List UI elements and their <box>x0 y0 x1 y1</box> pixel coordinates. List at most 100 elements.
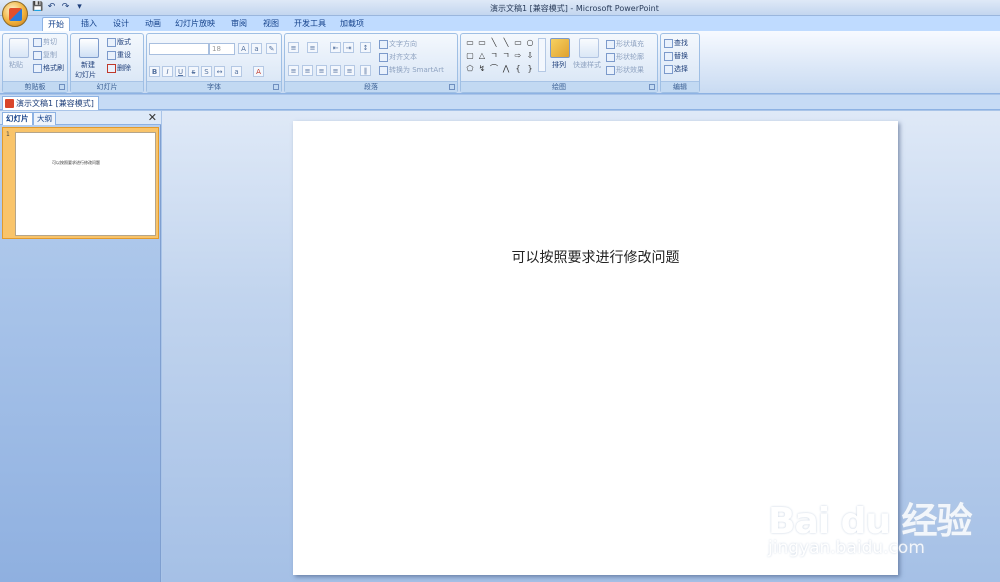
text-direction-button[interactable]: 文字方向 <box>379 39 417 49</box>
format-painter-button[interactable]: 格式刷 <box>33 63 64 73</box>
down-arrow-shape-icon[interactable]: ⇩ <box>525 52 535 60</box>
elbow-arrow-icon[interactable]: ㄱ <box>501 52 511 60</box>
line-spacing-icon[interactable]: ↕ <box>360 42 371 53</box>
redo-icon[interactable]: ↷ <box>60 2 71 13</box>
font-group-label: 字体 <box>147 81 281 92</box>
layout-button[interactable]: 版式 <box>107 37 131 47</box>
cut-button[interactable]: 剪切 <box>33 37 57 47</box>
replace-button[interactable]: 替换 <box>664 51 688 61</box>
clipboard-group: 粘贴 剪切 复制 格式刷 剪贴板 <box>2 33 68 93</box>
text-direction-icon <box>379 39 388 49</box>
save-icon[interactable]: 💾 <box>32 2 43 13</box>
font-size-combo[interactable]: 18 <box>209 43 235 55</box>
underline-icon[interactable]: U <box>175 66 186 77</box>
right-arrow-shape-icon[interactable]: ⇨ <box>513 52 523 60</box>
slide-text[interactable]: 可以按照要求进行修改问题 <box>293 247 898 267</box>
curve-shape-icon[interactable]: ⌒ <box>489 65 499 73</box>
tab-home[interactable]: 开始 <box>42 17 70 31</box>
document-tab[interactable]: 演示文稿1 [兼容模式] <box>2 96 99 110</box>
office-button[interactable] <box>2 1 28 27</box>
delete-slide-button[interactable]: 删除 <box>107 63 131 73</box>
tab-review[interactable]: 审阅 <box>226 17 252 31</box>
align-left-icon[interactable]: ≡ <box>288 65 299 76</box>
shrink-font-icon[interactable]: a <box>251 43 262 54</box>
new-slide-button[interactable]: 新建 <box>81 60 95 70</box>
distribute-icon[interactable]: ≡ <box>344 65 355 76</box>
tab-insert[interactable]: 插入 <box>76 17 102 31</box>
shape-fill-button[interactable]: 形状填充 <box>606 39 644 49</box>
textbox-shape-icon[interactable]: ▭ <box>465 39 475 47</box>
font-launcher-icon[interactable] <box>273 84 279 90</box>
justify-icon[interactable]: ≡ <box>330 65 341 76</box>
font-name-combo[interactable] <box>149 43 209 55</box>
tab-design[interactable]: 设计 <box>108 17 134 31</box>
change-case-icon[interactable]: a <box>231 66 242 77</box>
drawing-launcher-icon[interactable] <box>649 84 655 90</box>
strikethrough-icon[interactable]: s <box>188 66 199 77</box>
bullets-icon[interactable]: ≡ <box>288 42 299 53</box>
decrease-indent-icon[interactable]: ⇤ <box>330 42 341 53</box>
replace-label: 替换 <box>674 52 688 60</box>
arrange-button[interactable]: 排列 <box>552 60 566 70</box>
character-spacing-icon[interactable]: ↔ <box>214 66 225 77</box>
grow-font-icon[interactable]: A <box>238 43 249 54</box>
slide-thumbnail-selected[interactable]: 1 可以按照要求进行修改问题 <box>2 127 159 239</box>
replace-icon <box>664 51 673 61</box>
copy-button[interactable]: 复制 <box>33 50 57 60</box>
convert-smartart-button[interactable]: 转换为 SmartArt <box>379 65 444 75</box>
quick-styles-button[interactable]: 快速样式 <box>573 60 601 70</box>
paragraph-launcher-icon[interactable] <box>449 84 455 90</box>
align-text-button[interactable]: 对齐文本 <box>379 52 417 62</box>
paste-icon <box>9 38 29 58</box>
select-button[interactable]: 选择 <box>664 64 688 74</box>
tab-slide-show[interactable]: 幻灯片放映 <box>172 17 218 31</box>
document-tab-label: 演示文稿1 [兼容模式] <box>16 99 94 108</box>
align-right-icon[interactable]: ≡ <box>316 65 327 76</box>
customize-qat-icon[interactable]: ▾ <box>74 2 85 13</box>
reset-button[interactable]: 重设 <box>107 50 131 60</box>
shape-outline-button[interactable]: 形状轮廓 <box>606 52 644 62</box>
arrow-line-shape-icon[interactable]: ╲ <box>501 39 511 47</box>
freeform-shape-icon[interactable]: ⋀ <box>501 65 511 73</box>
fill-bucket-icon <box>606 39 615 49</box>
slides-panel: 幻灯片 大纲 ✕ 1 可以按照要求进行修改问题 <box>0 111 161 582</box>
format-painter-label: 格式刷 <box>43 64 64 72</box>
left-brace-shape-icon[interactable]: { <box>513 65 523 73</box>
tab-add-ins[interactable]: 加载项 <box>336 17 368 31</box>
bold-icon[interactable]: B <box>149 66 160 77</box>
shapes-scroll[interactable] <box>538 38 546 72</box>
triangle-shape-icon[interactable]: △ <box>477 52 487 60</box>
align-center-icon[interactable]: ≡ <box>302 65 313 76</box>
elbow-connector-icon[interactable]: ㄱ <box>489 52 499 60</box>
undo-icon[interactable]: ↶ <box>46 2 57 13</box>
new-slide-dropdown[interactable]: 幻灯片 <box>75 70 96 80</box>
tab-slides[interactable]: 幻灯片 <box>2 112 33 125</box>
clear-format-icon[interactable]: ✎ <box>266 43 277 54</box>
find-button[interactable]: 查找 <box>664 38 688 48</box>
line-shape-icon[interactable]: ╲ <box>489 39 499 47</box>
close-panel-icon[interactable]: ✕ <box>148 111 157 125</box>
pentagon-shape-icon[interactable]: ⬠ <box>465 65 475 73</box>
textbox-vertical-shape-icon[interactable]: ▭ <box>477 39 487 47</box>
columns-icon[interactable]: ∥ <box>360 65 371 76</box>
italic-icon[interactable]: I <box>162 66 173 77</box>
paste-button[interactable]: 粘贴 <box>9 60 23 70</box>
rectangle-shape-icon[interactable]: ▭ <box>513 39 523 47</box>
slide-thumbnail[interactable]: 可以按照要求进行修改问题 <box>15 132 156 236</box>
rounded-rect-shape-icon[interactable]: ▢ <box>465 52 475 60</box>
shape-effects-button[interactable]: 形状效果 <box>606 65 644 75</box>
tab-outline[interactable]: 大纲 <box>33 112 56 125</box>
numbering-icon[interactable]: ≡ <box>307 42 318 53</box>
font-color-icon[interactable]: A <box>253 66 264 77</box>
shadow-icon[interactable]: S <box>201 66 212 77</box>
delete-label: 删除 <box>117 64 131 72</box>
tab-animations[interactable]: 动画 <box>140 17 166 31</box>
lightning-shape-icon[interactable]: ↯ <box>477 65 487 73</box>
pen-icon <box>606 52 615 62</box>
right-brace-shape-icon[interactable]: } <box>525 65 535 73</box>
tab-developer[interactable]: 开发工具 <box>290 17 330 31</box>
increase-indent-icon[interactable]: ⇥ <box>343 42 354 53</box>
oval-shape-icon[interactable]: ○ <box>525 39 535 47</box>
tab-view[interactable]: 视图 <box>258 17 284 31</box>
dialog-launcher-icon[interactable] <box>59 84 65 90</box>
